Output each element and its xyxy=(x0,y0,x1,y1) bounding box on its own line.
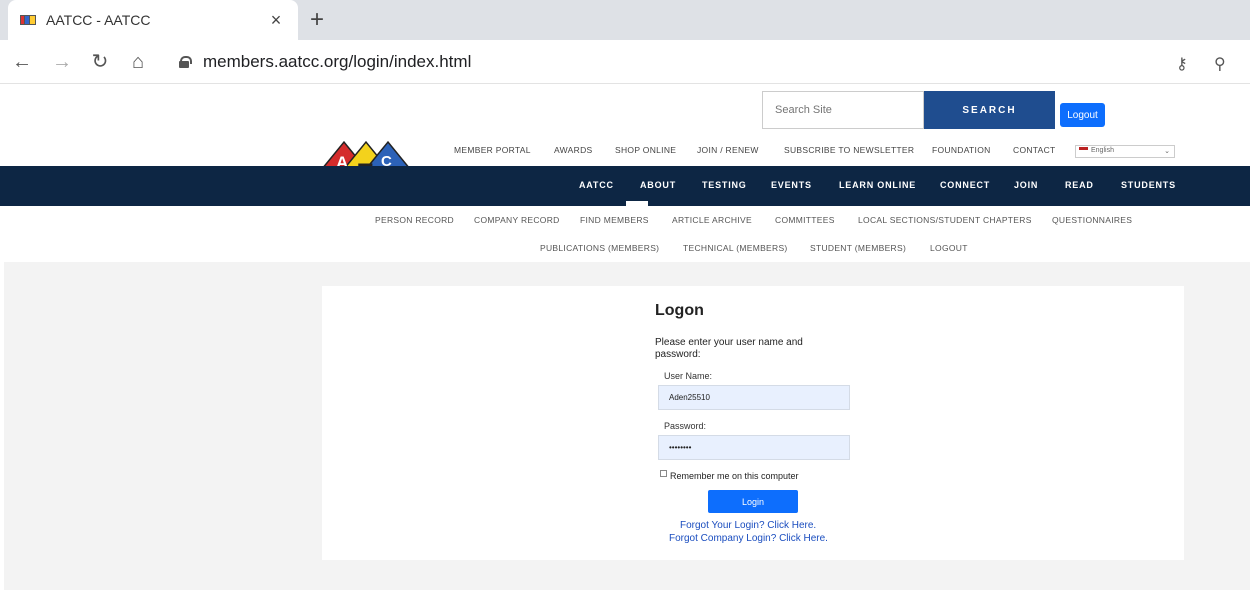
forgot-company-login-link[interactable]: Forgot Company Login? Click Here. xyxy=(669,533,828,544)
forward-arrow-icon[interactable]: → xyxy=(48,48,76,76)
login-button[interactable]: Login xyxy=(708,490,798,513)
subnav-technical[interactable]: TECHNICAL (MEMBERS) xyxy=(683,243,788,253)
subnav-student[interactable]: STUDENT (MEMBERS) xyxy=(810,243,906,253)
language-select[interactable]: English ⌄ xyxy=(1075,145,1175,158)
mainnav-learn-online[interactable]: LEARN ONLINE xyxy=(839,180,916,190)
subnav-logout[interactable]: LOGOUT xyxy=(930,243,968,253)
search-button[interactable]: SEARCH xyxy=(924,91,1055,129)
tab-close-icon[interactable]: × xyxy=(266,10,286,31)
topnav-join-renew[interactable]: JOIN / RENEW xyxy=(697,145,759,155)
mainnav-read[interactable]: READ xyxy=(1065,180,1094,190)
aatcc-favicon-icon xyxy=(20,14,36,26)
password-input[interactable] xyxy=(658,435,850,460)
back-arrow-icon[interactable]: ← xyxy=(8,48,36,76)
mainnav-events[interactable]: EVENTS xyxy=(771,180,812,190)
remember-checkbox[interactable] xyxy=(660,469,667,477)
subnav-article-archive[interactable]: ARTICLE ARCHIVE xyxy=(672,215,752,225)
remember-label: Remember me on this computer xyxy=(670,471,799,481)
mainnav-about[interactable]: ABOUT xyxy=(640,180,676,190)
topnav-contact[interactable]: CONTACT xyxy=(1013,145,1056,155)
topnav-awards[interactable]: AWARDS xyxy=(554,145,592,155)
mainnav-connect[interactable]: CONNECT xyxy=(940,180,990,190)
main-nav: AATCC ABOUT TESTING EVENTS LEARN ONLINE … xyxy=(0,166,1250,206)
tab-title: AATCC - AATCC xyxy=(46,12,151,28)
username-input[interactable] xyxy=(658,385,850,410)
language-value: English xyxy=(1091,147,1114,154)
site-search-input[interactable] xyxy=(762,91,924,129)
browser-tab[interactable]: AATCC - AATCC × xyxy=(8,0,298,40)
subnav-committees[interactable]: COMMITTEES xyxy=(775,215,835,225)
active-tab-indicator xyxy=(626,201,648,206)
lock-icon xyxy=(179,56,192,68)
subnav-questionnaires[interactable]: QUESTIONNAIRES xyxy=(1052,215,1132,225)
password-label: Password: xyxy=(664,421,707,431)
logout-button[interactable]: Logout xyxy=(1060,103,1105,127)
logon-title: Logon xyxy=(655,302,704,319)
logon-panel xyxy=(322,286,1184,560)
subnav-local-sections[interactable]: LOCAL SECTIONS/STUDENT CHAPTERS xyxy=(858,215,1032,225)
topnav-member-portal[interactable]: MEMBER PORTAL xyxy=(454,145,531,155)
chevron-down-icon: ⌄ xyxy=(1164,148,1170,155)
mainnav-students[interactable]: STUDENTS xyxy=(1121,180,1176,190)
mainnav-testing[interactable]: TESTING xyxy=(702,180,747,190)
remember-me[interactable]: Remember me on this computer xyxy=(660,469,799,481)
topnav-foundation[interactable]: FOUNDATION xyxy=(932,145,991,155)
home-icon[interactable]: ⌂ xyxy=(124,48,152,76)
key-icon[interactable]: ⚷ xyxy=(1176,54,1188,74)
flag-icon xyxy=(1079,147,1088,154)
subnav-publications[interactable]: PUBLICATIONS (MEMBERS) xyxy=(540,243,659,253)
url-text: members.aatcc.org/login/index.html xyxy=(203,52,472,71)
reload-icon[interactable]: ↻ xyxy=(86,48,114,76)
logon-description: Please enter your user name and password… xyxy=(655,337,803,360)
subnav-person-record[interactable]: PERSON RECORD xyxy=(375,215,454,225)
username-label: User Name: xyxy=(664,371,713,381)
topnav-subscribe[interactable]: SUBSCRIBE TO NEWSLETTER xyxy=(784,145,914,155)
browser-tab-bar: AATCC - AATCC × + xyxy=(0,0,1250,40)
subnav-find-members[interactable]: FIND MEMBERS xyxy=(580,215,649,225)
browser-toolbar: ← → ↻ ⌂ members.aatcc.org/login/index.ht… xyxy=(0,40,1250,84)
subnav-company-record[interactable]: COMPANY RECORD xyxy=(474,215,560,225)
forgot-login-link[interactable]: Forgot Your Login? Click Here. xyxy=(680,520,816,531)
address-bar[interactable]: members.aatcc.org/login/index.html xyxy=(165,46,1165,78)
topnav-shop-online[interactable]: SHOP ONLINE xyxy=(615,145,676,155)
mainnav-join[interactable]: JOIN xyxy=(1014,180,1038,190)
zoom-icon[interactable]: ⚲ xyxy=(1214,54,1226,74)
mainnav-aatcc[interactable]: AATCC xyxy=(579,180,614,190)
new-tab-icon[interactable]: + xyxy=(310,6,324,34)
